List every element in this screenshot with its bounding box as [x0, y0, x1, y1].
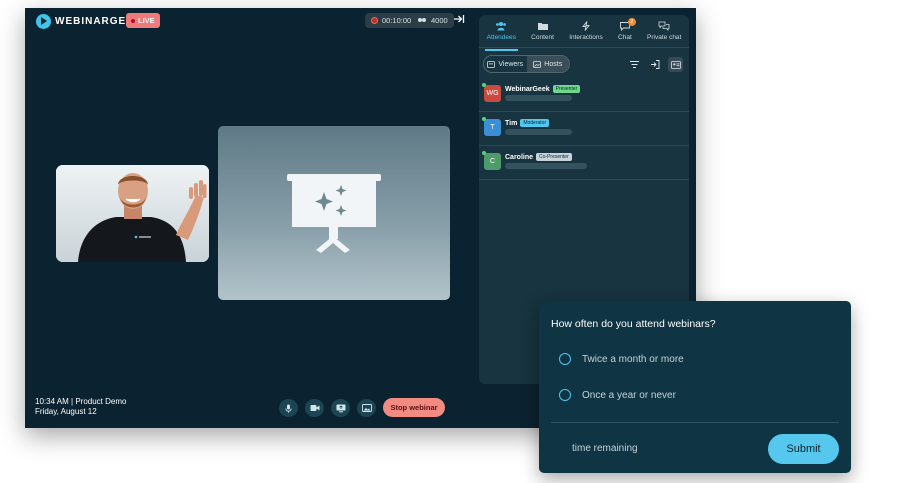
toggle-viewers[interactable]: Viewers	[484, 56, 527, 72]
avatar: WG	[484, 85, 501, 102]
attendee-detail-placeholder	[505, 129, 572, 135]
viewers-hosts-toggle: Viewers Hosts	[483, 55, 570, 73]
microphone-button[interactable]	[279, 399, 298, 417]
presenter-webcam	[56, 165, 209, 262]
session-info: 10:34 AM | Product Demo Friday, August 1…	[35, 397, 126, 417]
timer-value: 00:10:00	[382, 16, 412, 25]
attendee-name: WebinarGeek	[505, 85, 550, 93]
viewer-count[interactable]: 4000	[412, 13, 454, 28]
contact-card-icon	[670, 60, 681, 69]
people-icon	[496, 22, 507, 31]
session-time-title: 10:34 AM | Product Demo	[35, 397, 127, 406]
avatar: T	[484, 119, 501, 136]
media-button[interactable]	[357, 399, 376, 417]
viewers-icon	[487, 60, 496, 68]
hosts-icon	[533, 60, 542, 68]
radio-button[interactable]	[559, 353, 571, 365]
presentation-board-icon	[287, 174, 381, 253]
live-badge: LIVE	[126, 13, 160, 28]
poll-time-remaining: time remaining	[572, 443, 638, 454]
sign-in-icon	[650, 60, 659, 69]
role-badge: Moderator	[520, 119, 550, 127]
online-status-icon	[482, 83, 486, 87]
attendee-row[interactable]: C Caroline Co-Presenter	[479, 146, 689, 180]
presentation-placeholder	[218, 126, 450, 300]
lightning-icon	[582, 21, 590, 31]
attendee-name-row: WebinarGeek Presenter	[505, 85, 581, 93]
live-dot-icon	[131, 18, 135, 23]
attendee-name-row: Caroline Co-Presenter	[505, 153, 572, 161]
sidebar-tabs: Attendees Content Interactions 2 Chat Pr…	[479, 15, 689, 51]
attendee-detail-placeholder	[505, 95, 572, 101]
stop-webinar-button[interactable]: Stop webinar	[383, 398, 445, 417]
camera-button[interactable]	[305, 399, 324, 417]
tab-chat[interactable]: 2 Chat	[616, 18, 636, 47]
live-label: LIVE	[138, 16, 155, 25]
submit-button[interactable]: Submit	[768, 434, 839, 464]
chat-unread-badge: 2	[627, 18, 636, 26]
poll-divider	[551, 422, 839, 423]
attendee-row[interactable]: T Tim Moderator	[479, 112, 689, 146]
sign-in-button[interactable]	[648, 58, 661, 71]
attendee-name: Caroline	[505, 153, 534, 161]
tab-label: Content	[531, 34, 554, 41]
screen-share-icon	[336, 404, 345, 412]
attendee-name: Tim	[505, 119, 518, 127]
viewer-count-value: 4000	[431, 16, 448, 25]
online-status-icon	[482, 117, 486, 121]
play-logo-icon	[36, 14, 51, 29]
microphone-icon	[285, 404, 292, 413]
tab-content[interactable]: Content	[529, 21, 556, 47]
session-date: Friday, August 12	[35, 407, 97, 416]
tab-divider	[479, 47, 689, 48]
role-badge: Co-Presenter	[536, 153, 572, 161]
screen-share-button[interactable]	[331, 399, 350, 417]
sidebar-tools	[628, 57, 683, 72]
attendee-name-row: Tim Moderator	[505, 119, 550, 127]
tab-private-chat[interactable]: Private chat	[645, 21, 683, 47]
tab-interactions[interactable]: Interactions	[567, 21, 605, 47]
video-camera-icon	[310, 405, 319, 411]
toggle-viewers-label: Viewers	[498, 60, 524, 68]
recording-timer: 00:10:00	[365, 13, 418, 28]
filter-button[interactable]	[628, 58, 641, 71]
image-icon	[361, 404, 372, 412]
avatar: C	[484, 153, 501, 170]
people-icon	[418, 17, 427, 24]
collapse-panel-button[interactable]	[453, 14, 465, 27]
toggle-hosts[interactable]: Hosts	[526, 56, 569, 72]
tab-label: Chat	[618, 34, 632, 41]
poll-option[interactable]: Twice a month or more	[559, 353, 684, 365]
tab-label: Attendees	[486, 34, 516, 41]
contact-card-button[interactable]	[668, 57, 683, 72]
attendee-row[interactable]: WG WebinarGeek Presenter	[479, 78, 689, 112]
filter-icon	[630, 61, 639, 68]
poll-option-label: Once a year or never	[582, 389, 676, 401]
tab-label: Interactions	[569, 34, 603, 41]
poll-question: How often do you attend webinars?	[551, 318, 716, 330]
attendee-detail-placeholder	[505, 163, 587, 169]
poll-card: How often do you attend webinars? Twice …	[539, 301, 851, 473]
arrow-right-bar-icon	[454, 15, 465, 23]
private-chat-icon	[658, 21, 670, 31]
tab-label: Private chat	[647, 34, 682, 41]
role-badge: Presenter	[552, 85, 581, 93]
online-status-icon	[482, 151, 486, 155]
folder-icon	[537, 23, 548, 30]
presenter-video-image	[56, 165, 209, 262]
poll-option[interactable]: Once a year or never	[559, 389, 676, 401]
poll-option-label: Twice a month or more	[582, 353, 684, 365]
record-icon	[371, 17, 378, 24]
radio-button[interactable]	[559, 389, 571, 401]
toggle-hosts-label: Hosts	[544, 60, 563, 68]
tab-attendees[interactable]: Attendees	[484, 21, 519, 51]
